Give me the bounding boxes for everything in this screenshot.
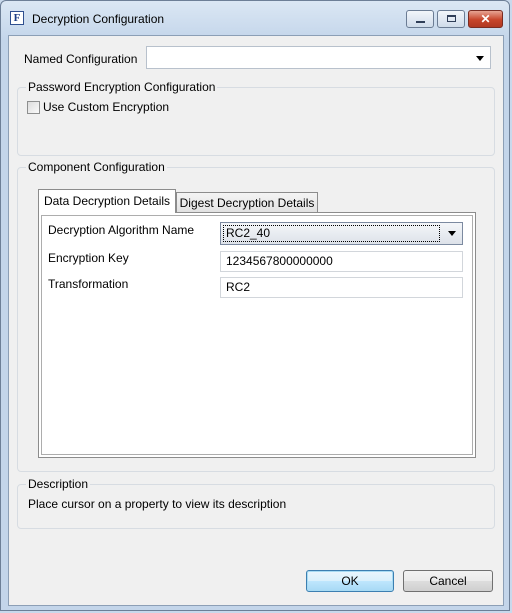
- cancel-button[interactable]: Cancel: [403, 570, 493, 592]
- description-text: Place cursor on a property to view its d…: [28, 497, 287, 511]
- description-group-title: Description: [26, 477, 91, 491]
- minimize-button[interactable]: [406, 10, 434, 28]
- close-button[interactable]: ✕: [468, 10, 503, 28]
- password-encryption-group: [17, 87, 495, 156]
- transformation-label: Transformation: [48, 277, 129, 291]
- named-configuration-combo[interactable]: [146, 46, 491, 69]
- use-custom-encryption-checkbox[interactable]: [27, 101, 40, 114]
- app-icon: F: [10, 11, 24, 25]
- minimize-icon: [416, 21, 425, 23]
- algorithm-value: RC2_40: [226, 226, 271, 240]
- tab-label: Digest Decryption Details: [179, 196, 315, 210]
- chevron-down-icon: [448, 231, 456, 236]
- component-configuration-group-title: Component Configuration: [26, 160, 167, 174]
- tab-panel: Decryption Algorithm Name RC2_40 Encrypt…: [38, 212, 476, 458]
- properties-panel: Decryption Algorithm Name RC2_40 Encrypt…: [41, 215, 473, 455]
- password-encryption-group-title: Password Encryption Configuration: [26, 80, 218, 94]
- window-title: Decryption Configuration: [32, 12, 165, 26]
- tab-label: Data Decryption Details: [43, 194, 171, 208]
- close-icon: ✕: [480, 12, 491, 26]
- encryption-key-input[interactable]: 1234567800000000: [220, 251, 463, 272]
- use-custom-encryption-label: Use Custom Encryption: [43, 100, 170, 114]
- title-bar[interactable]: F Decryption Configuration ✕: [1, 1, 511, 35]
- transformation-input[interactable]: RC2: [220, 277, 463, 298]
- maximize-icon: [447, 15, 456, 22]
- chevron-down-icon: [476, 56, 484, 61]
- encryption-key-label: Encryption Key: [48, 251, 129, 265]
- tab-data-decryption-details[interactable]: Data Decryption Details: [38, 189, 176, 213]
- ok-button[interactable]: OK: [306, 570, 394, 592]
- tab-digest-decryption-details[interactable]: Digest Decryption Details: [176, 192, 318, 212]
- algorithm-label: Decryption Algorithm Name: [48, 223, 195, 237]
- maximize-button[interactable]: [437, 10, 465, 28]
- dialog-body: Named Configuration Password Encryption …: [8, 35, 504, 606]
- algorithm-select[interactable]: RC2_40: [220, 222, 463, 245]
- dialog-window: F Decryption Configuration ✕ Named Confi…: [0, 0, 510, 611]
- named-configuration-label: Named Configuration: [24, 52, 138, 66]
